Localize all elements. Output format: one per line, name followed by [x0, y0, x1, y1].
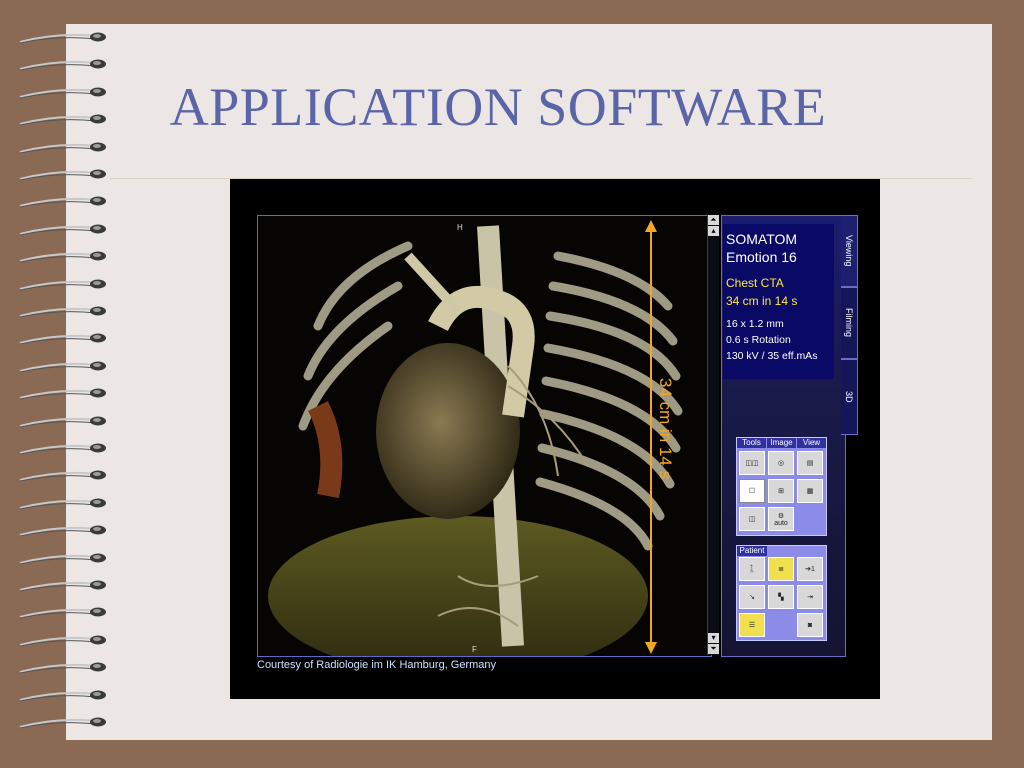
- binding-ring-icon: [19, 690, 106, 702]
- patient-group: Patient 🚶 ≣ ➔ 1 ↘ ▚ ⇥ ☰ ◙: [736, 545, 827, 641]
- orientation-foot-label: F: [472, 645, 477, 654]
- binding-ring-icon: [19, 717, 106, 729]
- binding-ring-icon: [19, 607, 106, 619]
- layout-1x2-button[interactable]: ◫: [739, 507, 765, 531]
- chest-cta-render: H F 34 cm in 14 s: [268, 220, 683, 656]
- tab-image[interactable]: Image: [767, 438, 796, 448]
- tab-filming[interactable]: Filming: [841, 287, 858, 359]
- binding-ring-icon: [19, 470, 106, 482]
- control-panel: SOMATOM Emotion 16 Chest CTA 34 cm in 14…: [721, 215, 846, 657]
- binding-ring-icon: [19, 361, 106, 373]
- patient-grid-button[interactable]: ▚: [768, 585, 794, 609]
- binding-ring-icon: [19, 443, 106, 455]
- mode-tabs: Viewing Filming 3D: [841, 215, 858, 435]
- measurement-label: 34 cm in 14 s: [656, 378, 675, 479]
- layout-3x3-button[interactable]: ▦: [797, 479, 823, 503]
- layout-2x2-button[interactable]: ⊞: [768, 479, 794, 503]
- binding-ring-icon: [19, 59, 106, 71]
- tab-viewing[interactable]: Viewing: [841, 215, 858, 287]
- scroll-down-icon[interactable]: ▾: [708, 633, 719, 643]
- scanner-name-line1: SOMATOM: [726, 231, 798, 247]
- patient-export-button[interactable]: ↘: [739, 585, 765, 609]
- compare-layout-button[interactable]: ◫◫: [739, 451, 765, 475]
- binding-ring-icon: [19, 251, 106, 263]
- volume-render-viewport[interactable]: H F 34 cm in 14 s: [257, 215, 712, 657]
- patient-merge-button[interactable]: ⇥: [797, 585, 823, 609]
- auto-label: auto: [774, 519, 788, 527]
- scroll-top-icon[interactable]: ⏶: [708, 215, 719, 225]
- layout-1x1-button[interactable]: ☐: [739, 479, 765, 503]
- tab-patient[interactable]: Patient: [737, 546, 767, 556]
- binding-ring-icon: [19, 169, 106, 181]
- exam-coverage: 34 cm in 14 s: [726, 294, 798, 308]
- patient-archive-button[interactable]: ☰: [739, 613, 765, 637]
- scroll-bottom-icon[interactable]: ⏷: [708, 644, 719, 654]
- exam-name: Chest CTA: [726, 276, 784, 290]
- binding-ring-icon: [19, 553, 106, 565]
- stack-view-button[interactable]: ▤: [797, 451, 823, 475]
- binding-ring-icon: [19, 580, 106, 592]
- scroll-up-icon[interactable]: ▴: [708, 226, 719, 236]
- binding-ring-icon: [19, 306, 106, 318]
- binding-ring-icon: [19, 142, 106, 154]
- patient-index: 1: [810, 565, 815, 573]
- slide-title: APPLICATION SOFTWARE: [169, 77, 827, 137]
- binding-ring-icon: [19, 32, 106, 44]
- tab-view[interactable]: View: [797, 438, 826, 448]
- orientation-head-label: H: [457, 223, 463, 232]
- protocol-info: SOMATOM Emotion 16 Chest CTA 34 cm in 14…: [723, 224, 834, 379]
- auto-icon: ⚙: [777, 512, 785, 520]
- tools-group: Tools Image View ◫◫ ◎ ▤ ☐ ⊞ ▦ ◫ ⚙ auto: [736, 437, 827, 536]
- tab-3d[interactable]: 3D: [841, 359, 858, 435]
- binding-ring-icon: [19, 416, 106, 428]
- image-courtesy: Courtesy of Radiologie im IK Hamburg, Ge…: [257, 659, 497, 671]
- binding-ring-icon: [19, 279, 106, 291]
- patient-list-button[interactable]: ≣: [768, 557, 794, 581]
- slice-config: 16 x 1.2 mm: [726, 318, 784, 330]
- binding-ring-icon: [19, 635, 106, 647]
- patient-camera-button[interactable]: ◙: [797, 613, 823, 637]
- patient-position-button[interactable]: 🚶: [739, 557, 765, 581]
- rotation-time: 0.6 s Rotation: [726, 334, 791, 346]
- patient-transfer-button[interactable]: ➔ 1: [797, 557, 823, 581]
- scanner-name-line2: Emotion 16: [726, 249, 797, 265]
- binding-ring-icon: [19, 333, 106, 345]
- tab-tools[interactable]: Tools: [737, 438, 766, 448]
- binding-ring-icon: [19, 525, 106, 537]
- binding-ring-icon: [19, 388, 106, 400]
- auto-layout-button[interactable]: ⚙ auto: [768, 507, 794, 531]
- dose-params: 130 kV / 35 eff.mAs: [726, 350, 818, 362]
- binding-ring-icon: [19, 498, 106, 510]
- viewport-scrollbar[interactable]: ⏶ ▴ ▾ ⏷: [707, 215, 719, 655]
- binding-ring-icon: [19, 224, 106, 236]
- image-select-button[interactable]: ◎: [768, 451, 794, 475]
- binding-ring-icon: [19, 662, 106, 674]
- binding-ring-icon: [19, 196, 106, 208]
- ct-viewer-screenshot: H F 34 cm in 14 s ⏶ ▴ ▾ ⏷ SOMATOM Emotio…: [230, 179, 880, 699]
